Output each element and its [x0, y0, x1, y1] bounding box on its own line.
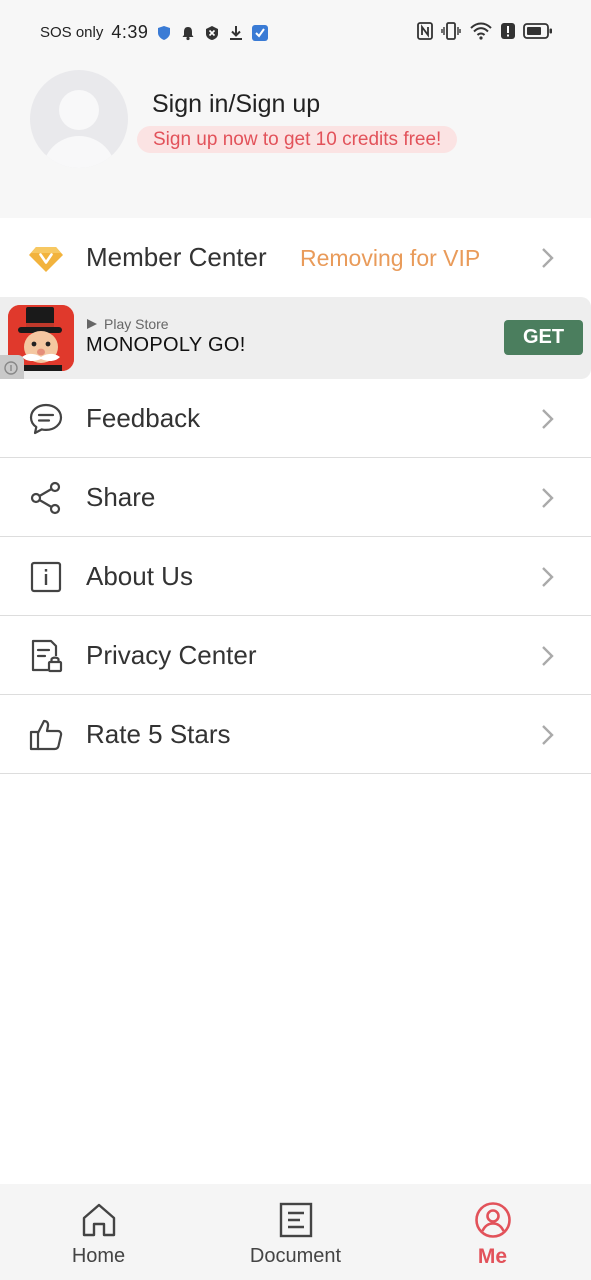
feedback-label: Feedback — [86, 403, 201, 433]
profile-header[interactable]: Sign in/Sign up Sign up now to get 10 cr… — [0, 66, 591, 218]
ad-get-button[interactable]: GET — [504, 320, 583, 355]
nav-home-label: Home — [71, 1245, 126, 1267]
bell-icon — [182, 26, 194, 40]
nav-me[interactable]: Me — [394, 1184, 591, 1280]
chevron-right-icon — [542, 488, 554, 508]
download-icon — [230, 25, 243, 40]
bottom-nav: Home Document Me — [0, 1184, 591, 1280]
privacy-center-label: Privacy Center — [86, 640, 257, 670]
alert-icon — [501, 23, 515, 39]
chevron-right-icon — [542, 646, 554, 666]
battery-icon — [523, 23, 552, 39]
sponsored-ad[interactable]: Play Store MONOPOLY GO! GET — [0, 297, 591, 379]
clock: 4:39 — [111, 22, 149, 42]
avatar-body — [42, 136, 116, 168]
chevron-right-icon — [542, 567, 554, 587]
thumbs-up-icon — [29, 719, 63, 751]
share-icon — [30, 481, 61, 515]
chat-bubble-icon — [29, 403, 63, 435]
ad-store-line: Play Store — [86, 316, 169, 332]
nfc-icon — [417, 22, 433, 40]
vip-marquee-text: Removing for VIP — [300, 245, 481, 271]
vibrate-icon — [441, 22, 461, 40]
chevron-right-icon — [542, 725, 554, 745]
avatar-head — [59, 90, 99, 130]
nav-home[interactable]: Home — [0, 1184, 197, 1280]
status-left: SOS only 4:39 — [40, 22, 269, 43]
member-center-label: Member Center — [86, 242, 267, 272]
nav-me-label: Me — [477, 1245, 508, 1268]
about-us-label: About Us — [86, 561, 193, 591]
share-row[interactable]: Share — [0, 458, 591, 537]
info-icon — [30, 561, 62, 593]
share-label: Share — [86, 482, 156, 512]
chevron-right-icon — [542, 409, 554, 429]
rate-stars-row[interactable]: Rate 5 Stars — [0, 695, 591, 774]
chevron-right-icon — [542, 248, 554, 268]
member-center-row[interactable]: Member Center Removing for VIP — [0, 218, 591, 297]
status-bar: SOS only 4:39 — [0, 0, 591, 66]
feedback-row[interactable]: Feedback — [0, 379, 591, 458]
ad-title[interactable]: MONOPOLY GO! — [86, 334, 246, 357]
ad-choices-icon[interactable] — [0, 355, 24, 379]
privacy-center-row[interactable]: Privacy Center — [0, 616, 591, 695]
blocked-icon — [206, 25, 219, 40]
ad-store-label: Play Store — [104, 316, 169, 332]
play-triangle-icon — [87, 319, 97, 329]
wifi-icon — [470, 22, 492, 40]
rate-stars-label: Rate 5 Stars — [86, 719, 231, 749]
nav-document-label: Document — [249, 1245, 342, 1267]
carrier-text: SOS only — [40, 24, 104, 41]
document-lock-icon — [31, 639, 63, 673]
shield-icon — [158, 25, 171, 40]
user-circle-icon — [474, 1202, 511, 1238]
signup-promo-badge[interactable]: Sign up now to get 10 credits free! — [137, 126, 458, 153]
avatar[interactable] — [30, 70, 128, 168]
signin-title[interactable]: Sign in/Sign up — [152, 90, 320, 119]
about-us-row[interactable]: About Us — [0, 537, 591, 616]
document-icon — [279, 1202, 312, 1238]
status-right — [417, 22, 553, 40]
diamond-v-icon — [29, 247, 63, 272]
home-icon — [82, 1203, 115, 1237]
app-notification-icon — [252, 24, 269, 41]
nav-document[interactable]: Document — [197, 1184, 394, 1280]
